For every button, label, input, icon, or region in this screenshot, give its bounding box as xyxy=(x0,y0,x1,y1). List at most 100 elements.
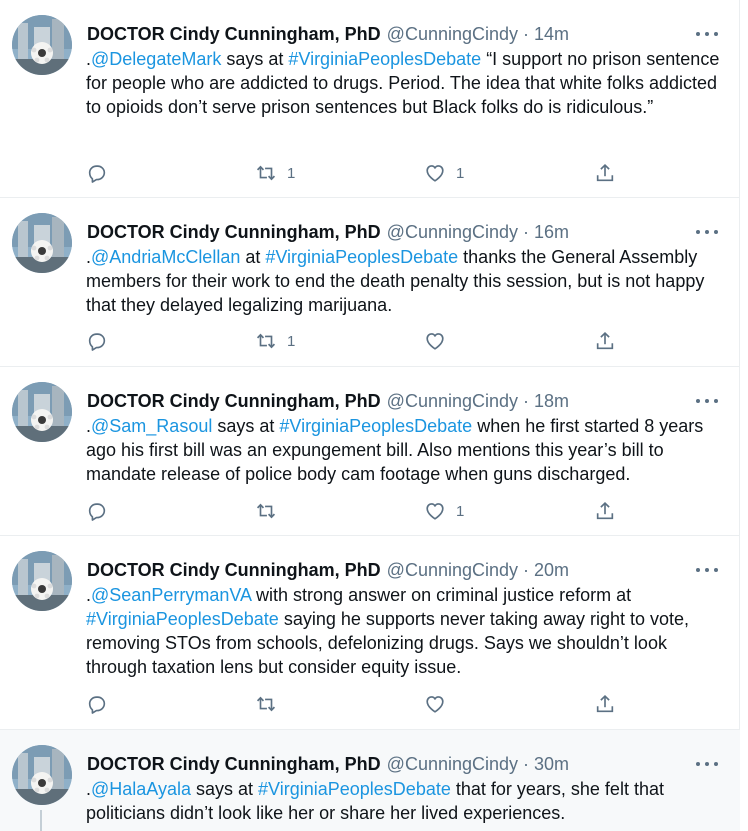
reply-button[interactable] xyxy=(86,692,108,716)
more-options-icon[interactable] xyxy=(694,224,720,240)
avatar[interactable] xyxy=(12,382,72,442)
share-icon xyxy=(594,330,616,352)
author-name[interactable]: DOCTOR Cindy Cunningham, PhD xyxy=(87,222,381,243)
tweet[interactable]: DOCTOR Cindy Cunningham, PhD @CunningCin… xyxy=(0,730,740,831)
retweet-count: 1 xyxy=(287,164,296,182)
author-handle[interactable]: @CunningCindy xyxy=(387,391,518,412)
timestamp[interactable]: 30m xyxy=(534,754,569,775)
share-button[interactable] xyxy=(594,499,616,523)
reply-button[interactable] xyxy=(86,161,108,185)
hashtag-link[interactable]: #VirginiaPeoplesDebate xyxy=(279,416,472,436)
reply-icon xyxy=(86,330,108,352)
hashtag-link[interactable]: #VirginiaPeoplesDebate xyxy=(265,247,458,267)
action-bar xyxy=(86,692,626,716)
mention-link[interactable]: @DelegateMark xyxy=(91,49,221,69)
mention-link[interactable]: @AndriaMcClellan xyxy=(91,247,240,267)
timestamp[interactable]: 14m xyxy=(534,24,569,45)
timeline: DOCTOR Cindy Cunningham, PhD @CunningCin… xyxy=(0,0,740,831)
tweet[interactable]: DOCTOR Cindy Cunningham, PhD @CunningCin… xyxy=(0,0,740,198)
retweet-button[interactable] xyxy=(255,692,287,716)
author-name[interactable]: DOCTOR Cindy Cunningham, PhD xyxy=(87,391,381,412)
avatar[interactable] xyxy=(12,213,72,273)
tweet[interactable]: DOCTOR Cindy Cunningham, PhD @CunningCin… xyxy=(0,536,740,730)
share-icon xyxy=(594,693,616,715)
tweet-text-segment: with strong answer on criminal justice r… xyxy=(251,585,632,605)
separator-dot: · xyxy=(523,23,530,44)
tweet-text-segment: at xyxy=(240,247,266,267)
reply-icon xyxy=(86,500,108,522)
share-button[interactable] xyxy=(594,161,616,185)
author-name[interactable]: DOCTOR Cindy Cunningham, PhD xyxy=(87,24,381,45)
separator-dot: · xyxy=(523,390,530,411)
author-handle[interactable]: @CunningCindy xyxy=(387,222,518,243)
tweet-header: DOCTOR Cindy Cunningham, PhD @CunningCin… xyxy=(87,220,569,244)
like-count: 1 xyxy=(456,502,465,520)
reply-icon xyxy=(86,162,108,184)
tweet-header: DOCTOR Cindy Cunningham, PhD @CunningCin… xyxy=(87,752,569,776)
mention-link[interactable]: @Sam_Rasoul xyxy=(91,416,212,436)
share-button[interactable] xyxy=(594,692,616,716)
author-handle[interactable]: @CunningCindy xyxy=(387,560,518,581)
tweet-text: .@Sam_Rasoul says at #VirginiaPeoplesDeb… xyxy=(86,414,726,486)
hashtag-link[interactable]: #VirginiaPeoplesDebate xyxy=(288,49,481,69)
like-button[interactable] xyxy=(424,692,456,716)
action-bar: 1 1 xyxy=(86,161,626,185)
heart-icon xyxy=(424,500,446,522)
reply-button[interactable] xyxy=(86,329,108,353)
tweet-header: DOCTOR Cindy Cunningham, PhD @CunningCin… xyxy=(87,389,569,413)
like-button[interactable]: 1 xyxy=(424,161,464,185)
more-options-icon[interactable] xyxy=(694,393,720,409)
avatar[interactable] xyxy=(12,551,72,611)
reply-icon xyxy=(86,693,108,715)
heart-icon xyxy=(424,330,446,352)
mention-link[interactable]: @SeanPerrymanVA xyxy=(91,585,251,605)
tweet-text: .@AndriaMcClellan at #VirginiaPeoplesDeb… xyxy=(86,245,726,317)
tweet-text-segment: says at xyxy=(221,49,289,69)
hashtag-link[interactable]: #VirginiaPeoplesDebate xyxy=(258,779,451,799)
retweet-button[interactable]: 1 xyxy=(255,329,295,353)
hashtag-link[interactable]: #VirginiaPeoplesDebate xyxy=(86,609,279,629)
retweet-button[interactable]: 1 xyxy=(255,161,295,185)
tweet[interactable]: DOCTOR Cindy Cunningham, PhD @CunningCin… xyxy=(0,367,740,536)
more-options-icon[interactable] xyxy=(694,26,720,42)
timestamp[interactable]: 18m xyxy=(534,391,569,412)
like-count: 1 xyxy=(456,164,465,182)
action-bar: 1 xyxy=(86,329,626,353)
share-icon xyxy=(594,500,616,522)
tweet[interactable]: DOCTOR Cindy Cunningham, PhD @CunningCin… xyxy=(0,198,740,367)
mention-link[interactable]: @HalaAyala xyxy=(91,779,191,799)
separator-dot: · xyxy=(523,559,530,580)
tweet-text-segment: says at xyxy=(191,779,259,799)
timestamp[interactable]: 20m xyxy=(534,560,569,581)
author-name[interactable]: DOCTOR Cindy Cunningham, PhD xyxy=(87,754,381,775)
share-icon xyxy=(594,162,616,184)
more-options-icon[interactable] xyxy=(694,562,720,578)
action-bar: 1 xyxy=(86,499,626,523)
retweet-icon xyxy=(255,162,277,184)
avatar[interactable] xyxy=(12,15,72,75)
thread-line xyxy=(40,810,42,831)
like-button[interactable]: 1 xyxy=(424,499,464,523)
share-button[interactable] xyxy=(594,329,616,353)
avatar[interactable] xyxy=(12,745,72,805)
author-handle[interactable]: @CunningCindy xyxy=(387,24,518,45)
more-options-icon[interactable] xyxy=(694,756,720,772)
retweet-icon xyxy=(255,330,277,352)
author-name[interactable]: DOCTOR Cindy Cunningham, PhD xyxy=(87,560,381,581)
separator-dot: · xyxy=(523,753,530,774)
timestamp[interactable]: 16m xyxy=(534,222,569,243)
tweet-header: DOCTOR Cindy Cunningham, PhD @CunningCin… xyxy=(87,22,569,46)
heart-icon xyxy=(424,162,446,184)
author-handle[interactable]: @CunningCindy xyxy=(387,754,518,775)
tweet-text: .@HalaAyala says at #VirginiaPeoplesDeba… xyxy=(86,777,726,825)
reply-button[interactable] xyxy=(86,499,108,523)
heart-icon xyxy=(424,693,446,715)
like-button[interactable] xyxy=(424,329,456,353)
tweet-text-segment: says at xyxy=(212,416,280,436)
separator-dot: · xyxy=(523,221,530,242)
retweet-icon xyxy=(255,500,277,522)
retweet-button[interactable] xyxy=(255,499,287,523)
tweet-text: .@SeanPerrymanVA with strong answer on c… xyxy=(86,583,726,679)
tweet-text: .@DelegateMark says at #VirginiaPeoplesD… xyxy=(86,47,726,119)
retweet-count: 1 xyxy=(287,332,296,350)
